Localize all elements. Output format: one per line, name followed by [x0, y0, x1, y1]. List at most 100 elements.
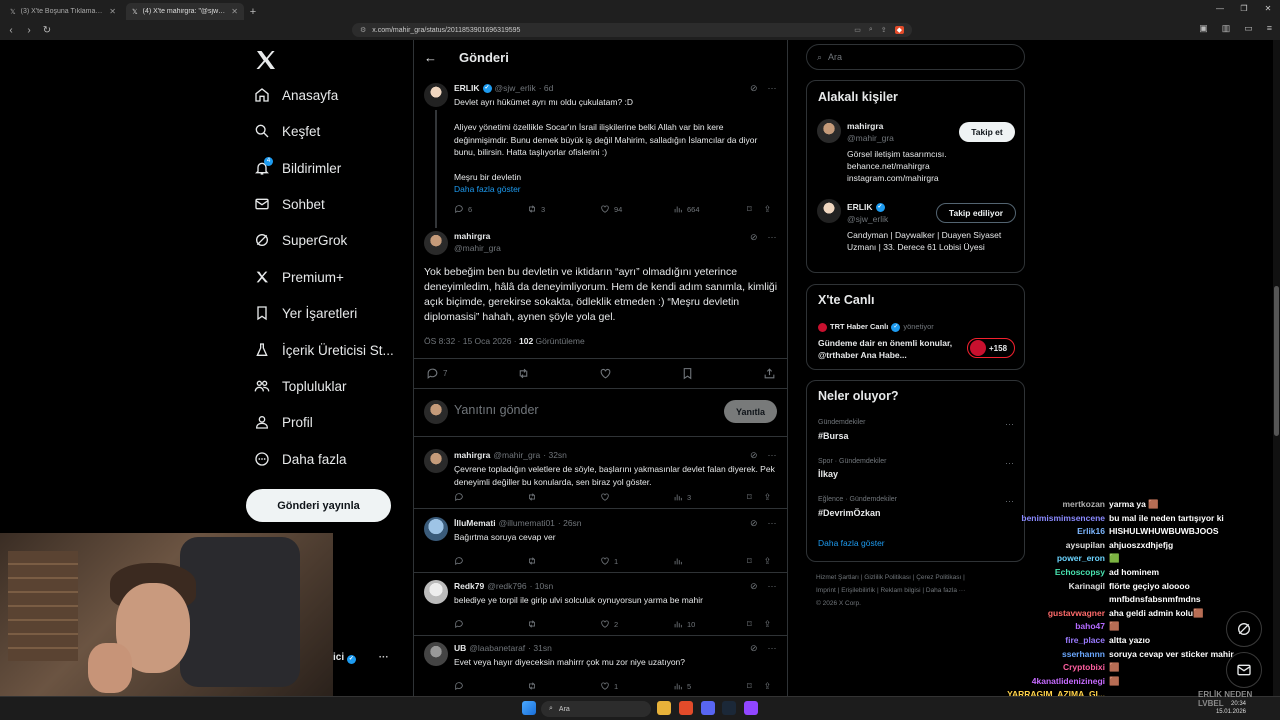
tweet-time[interactable]: · 32sn	[543, 450, 567, 460]
author-handle[interactable]: @mahir_gra	[493, 450, 540, 460]
trend-name[interactable]: İlkay	[818, 469, 838, 479]
minimize-icon[interactable]: —	[1208, 0, 1232, 18]
nav-item-notifications[interactable]: 4 Bildirimler	[246, 153, 341, 183]
avatar[interactable]	[424, 517, 448, 541]
avatar[interactable]	[817, 119, 841, 143]
messages-fab[interactable]	[1226, 652, 1262, 688]
nav-item-home[interactable]: Anasayfa	[246, 80, 338, 110]
nav-item-chat[interactable]: Sohbet	[246, 189, 325, 219]
more-options-icon[interactable]: ···	[768, 518, 777, 529]
more-options-icon[interactable]: ···	[768, 581, 777, 592]
author-name[interactable]: ERLIK	[454, 83, 480, 93]
person-name[interactable]: ERLIK ✓ @sjw_erlik	[847, 202, 888, 224]
close-tab-icon[interactable]: ✕	[231, 7, 238, 16]
repost-button[interactable]	[527, 492, 600, 502]
profile-link[interactable]: instagram.com/mahirgra	[847, 172, 939, 184]
grok-fab[interactable]	[1226, 611, 1262, 647]
bookmark-icon[interactable]: ⌑	[747, 492, 752, 503]
bookmark-icon[interactable]: ⌑	[747, 619, 752, 630]
forward-arrow-icon[interactable]: ›	[22, 25, 36, 36]
repost-button[interactable]	[527, 619, 600, 629]
author-name[interactable]: mahirgra	[454, 231, 490, 241]
start-icon[interactable]	[522, 701, 536, 715]
reader-icon[interactable]: ▭	[854, 26, 861, 34]
avatar[interactable]	[424, 642, 448, 666]
live-title[interactable]: Gündeme dair en önemli konular, @trthabe…	[818, 337, 958, 361]
nav-item-creator-studio[interactable]: İçerik Üreticisi St...	[246, 335, 394, 365]
back-arrow-icon[interactable]: ←	[424, 50, 440, 65]
author-handle[interactable]: @laabanetaraf	[469, 643, 525, 653]
folder-icon[interactable]	[657, 701, 671, 715]
follow-button[interactable]: Takip et	[959, 122, 1015, 142]
author-name[interactable]: Redk79	[454, 581, 484, 591]
share-icon[interactable]: ⇪	[764, 619, 772, 630]
tweet-timestamp[interactable]: ÖS 8:32 · 15 Oca 2026 ·	[424, 336, 519, 346]
scrollbar[interactable]	[1273, 40, 1280, 696]
reply-button[interactable]: 7	[426, 367, 447, 380]
views-button[interactable]: 5	[673, 681, 746, 691]
like-button[interactable]: 2	[600, 619, 673, 629]
like-button[interactable]	[600, 492, 673, 502]
show-more-link[interactable]: Daha fazla göster	[818, 538, 885, 548]
share-icon[interactable]: ⇪	[764, 681, 772, 692]
extensions-icon[interactable]: ▣	[1199, 23, 1208, 34]
like-button[interactable]: 1	[600, 556, 673, 566]
author-handle[interactable]: @mahir_gra	[454, 243, 501, 253]
like-button[interactable]	[599, 367, 612, 380]
tweet-time[interactable]: · 6d	[539, 83, 554, 93]
sidebar-icon[interactable]: ▥	[1222, 23, 1231, 34]
close-window-icon[interactable]: ✕	[1256, 0, 1280, 18]
steam-icon[interactable]	[722, 701, 736, 715]
reply-submit-button[interactable]: Yanıtla	[724, 400, 777, 423]
grok-icon[interactable]: ⊘	[750, 450, 758, 461]
scrollbar-thumb[interactable]	[1274, 286, 1279, 436]
footer-link[interactable]: Reklam bilgisi	[880, 587, 920, 594]
reply-button[interactable]	[454, 492, 527, 502]
search-input[interactable]: ⌕ Ara	[806, 44, 1025, 70]
close-tab-icon[interactable]: ✕	[109, 7, 116, 16]
menu-icon[interactable]: ≡	[1267, 23, 1272, 34]
live-listeners[interactable]: +158	[967, 338, 1015, 358]
more-options-icon[interactable]: ···	[768, 232, 777, 243]
site-info-icon[interactable]: ⚙	[360, 26, 366, 34]
share-icon[interactable]: ⇪	[764, 556, 772, 567]
browser-tab-2[interactable]: 𝕏 (4) X'te mahirgra: "@sjw_erlik Yo ✕	[126, 3, 244, 20]
bookmark-icon[interactable]: ⌑	[747, 204, 752, 215]
nav-item-explore[interactable]: Keşfet	[246, 116, 320, 146]
taskbar-search[interactable]: ⌕ Ara	[541, 701, 651, 717]
grok-icon[interactable]: ⊘	[750, 232, 758, 243]
nav-item-profile[interactable]: Profil	[246, 407, 313, 437]
more-options-icon[interactable]: ···	[1005, 458, 1014, 468]
footer-link[interactable]: Gizlilik Politikası	[864, 574, 911, 581]
views-button[interactable]: 3	[673, 492, 746, 502]
address-bar[interactable]: ⚙ x.com/mahir_gra/status/201185390169631…	[352, 23, 912, 37]
grok-icon[interactable]: ⊘	[750, 83, 758, 94]
author-name[interactable]: İlluMemati	[454, 518, 496, 528]
footer-link[interactable]: Çerez Politikası	[916, 574, 961, 581]
bookmark-button[interactable]	[681, 367, 694, 380]
show-more-link[interactable]: Daha fazla göster	[454, 183, 521, 196]
author-handle[interactable]: @redk796	[487, 581, 526, 591]
avatar[interactable]	[424, 449, 448, 473]
brave-browser-icon[interactable]	[679, 701, 693, 715]
like-button[interactable]: 94	[600, 204, 673, 214]
post-button[interactable]: Gönderi yayınla	[246, 489, 391, 522]
author-handle[interactable]: @sjw_erlik	[495, 83, 536, 93]
share-icon[interactable]: ⇪	[764, 204, 772, 215]
nav-item-bookmarks[interactable]: Yer İşaretleri	[246, 298, 357, 328]
browser-tab-1[interactable]: 𝕏 (3) X'te Boşuna Tıklama: "Türkiye, en …	[4, 3, 122, 20]
repost-button[interactable]	[527, 681, 600, 691]
more-options-icon[interactable]: ···	[379, 652, 389, 663]
avatar[interactable]	[424, 231, 448, 255]
following-button[interactable]: Takip ediliyor	[936, 203, 1016, 223]
reload-icon[interactable]: ↻	[40, 25, 54, 36]
more-options-icon[interactable]: ···	[768, 450, 777, 461]
new-tab-button[interactable]: +	[244, 3, 262, 20]
repost-button[interactable]	[517, 367, 530, 380]
footer-link[interactable]: Imprint	[816, 587, 836, 594]
tweet-time[interactable]: · 10sn	[530, 581, 554, 591]
nav-item-more[interactable]: Daha fazla	[246, 444, 347, 474]
more-options-icon[interactable]: ···	[1005, 419, 1014, 429]
avatar[interactable]	[817, 199, 841, 223]
repost-button[interactable]: 3	[527, 204, 600, 214]
